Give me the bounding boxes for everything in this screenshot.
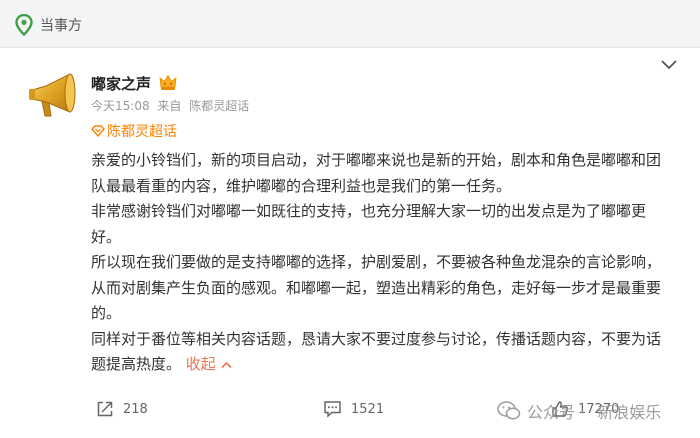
topic-link-label: 陈都灵超话	[107, 124, 177, 140]
comment-icon	[324, 401, 341, 418]
source-prefix: 来自	[157, 99, 182, 113]
post-line: 所以现在我们要做的是支持嘟嘟的选择，护剧爱剧，不要被各种鱼龙混杂的言论影响，	[91, 253, 662, 271]
post-source[interactable]: 陈都灵超话	[189, 99, 249, 113]
watermark-prefix: 公众号 ·	[527, 403, 586, 422]
post-line: 从而对剧集产生负面的感观。和嘟嘟一起，塑造出精彩的角色，走好每一步才是最重要	[91, 278, 662, 297]
post-line: 好。	[91, 227, 122, 246]
repost-count: 218	[123, 401, 148, 417]
chevron-down-icon[interactable]	[660, 58, 678, 72]
post-body: 亲爱的小铃铛们，新的项目启动，对于嘟嘟来说也是新的开始，剧本和角色是嘟嘟和团 队…	[91, 148, 677, 378]
watermark-name: 新浪娱乐	[597, 403, 662, 422]
wechat-icon	[497, 401, 521, 420]
repost-button[interactable]: 218	[96, 400, 148, 418]
comment-count: 1521	[351, 401, 385, 417]
avatar[interactable]	[24, 68, 82, 126]
location-pin-icon	[15, 14, 33, 36]
top-bar: 当事方	[0, 0, 700, 48]
post-line: 的。	[91, 304, 122, 322]
post-line: 非常感谢铃铛们对嘟嘟一如既往的支持，也充分理解大家一切的出发点是为了嘟嘟更	[91, 202, 647, 220]
supertopic-icon	[91, 125, 105, 137]
repost-icon	[97, 401, 113, 417]
post-line: 同样对于番位等相关内容话题，恳请大家不要过度参与讨论，传播话题内容，不要为话	[91, 329, 662, 348]
megaphone-icon	[29, 73, 76, 117]
post-line-last: 题提高热度。 收起	[91, 352, 677, 378]
post-line-text: 题提高热度。	[91, 355, 182, 373]
post-line: 队最最看重的内容，维护嘟嘟的合理利益也是我们的第一任务。	[91, 176, 512, 195]
collapse-label: 收起	[185, 355, 216, 373]
post-line: 亲爱的小铃铛们，新的项目启动，对于嘟嘟来说也是新的开始，剧本和角色是嘟嘟和团	[91, 151, 662, 169]
topic-link[interactable]: 陈都灵超话	[91, 121, 177, 141]
post-meta: 今天15:08 来自 陈都灵超话	[91, 97, 253, 114]
topbar-label: 当事方	[40, 18, 82, 34]
watermark: 公众号 · 新浪娱乐	[497, 399, 661, 423]
collapse-button[interactable]: 收起	[186, 355, 232, 373]
chevron-up-icon	[221, 361, 232, 369]
comment-button[interactable]: 1521	[323, 400, 384, 418]
post-time[interactable]: 今天15:08	[91, 99, 150, 113]
author-name[interactable]: 嘟家之声	[91, 73, 151, 94]
vip-crown-icon	[159, 74, 177, 90]
